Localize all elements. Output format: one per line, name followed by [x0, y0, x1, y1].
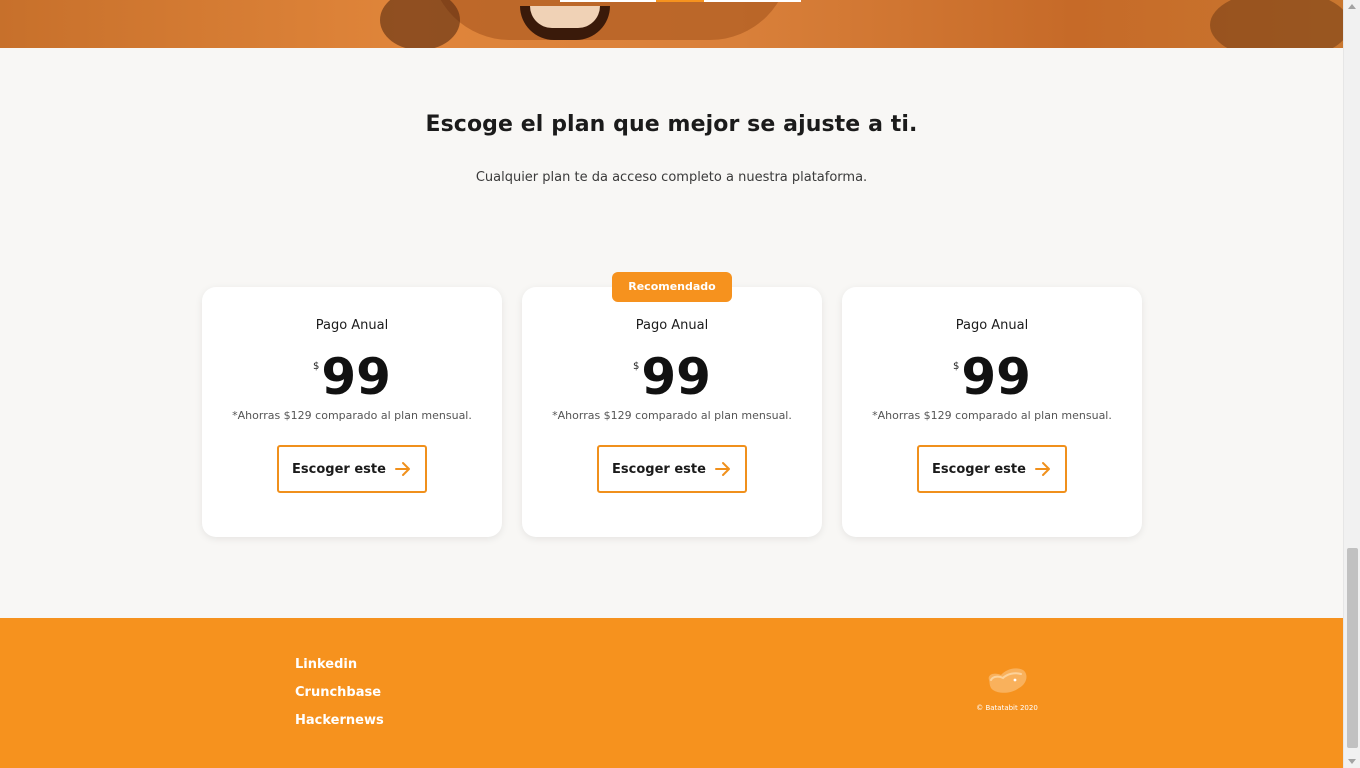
hero-teeth-shape — [530, 6, 600, 28]
carousel-dot[interactable] — [560, 0, 656, 2]
price-amount: 99 — [321, 348, 391, 406]
footer-link-crunchbase[interactable]: Crunchbase — [295, 684, 384, 712]
hero-hair-shape — [380, 0, 460, 48]
plan-card: Pago Anual $99 *Ahorras $129 comparado a… — [202, 287, 502, 537]
arrow-right-icon — [1034, 462, 1050, 476]
scroll-down-icon[interactable] — [1348, 759, 1356, 764]
arrow-right-icon — [394, 462, 410, 476]
footer-link-hackernews[interactable]: Hackernews — [295, 712, 384, 740]
plan-name: Pago Anual — [315, 318, 389, 333]
choose-plan-button-label: Escoger este — [932, 461, 1026, 477]
pricing-subtitle: Cualquier plan te da acceso completo a n… — [475, 170, 868, 185]
choose-plan-button[interactable]: Escoger este — [917, 445, 1067, 493]
hero-face-shape — [430, 0, 790, 40]
scroll-up-icon[interactable] — [1348, 4, 1356, 9]
carousel-dot-active[interactable] — [656, 0, 704, 2]
pricing-title: Escoge el plan que mejor se ajuste a ti. — [425, 112, 918, 137]
price-currency: $ — [313, 361, 320, 372]
price-currency: $ — [633, 361, 640, 372]
carousel-indicator[interactable] — [560, 0, 801, 2]
scrollbar-thumb[interactable] — [1347, 548, 1358, 748]
choose-plan-button-label: Escoger este — [292, 461, 386, 477]
price-currency: $ — [953, 361, 960, 372]
price-amount: 99 — [641, 348, 711, 406]
choose-plan-button[interactable]: Escoger este — [597, 445, 747, 493]
footer: Linkedin Crunchbase Hackernews © Batatab… — [0, 618, 1343, 768]
plan-card: Pago Anual $99 *Ahorras $129 comparado a… — [842, 287, 1142, 537]
plan-price: $99 — [202, 347, 502, 407]
choose-plan-button[interactable]: Escoger este — [277, 445, 427, 493]
plan-savings-note: *Ahorras $129 comparado al plan mensual. — [872, 409, 1112, 422]
footer-copyright: © Batatabit 2020 — [976, 704, 1038, 712]
hero-image — [0, 0, 1343, 48]
plan-name: Pago Anual — [955, 318, 1029, 333]
plan-price: $99 — [842, 347, 1142, 407]
plan-card-recommended: Pago Anual $99 *Ahorras $129 comparado a… — [522, 287, 822, 537]
plan-savings-note: *Ahorras $129 comparado al plan mensual. — [232, 409, 472, 422]
price-amount: 99 — [961, 348, 1031, 406]
choose-plan-button-label: Escoger este — [612, 461, 706, 477]
footer-link-linkedin[interactable]: Linkedin — [295, 656, 384, 684]
arrow-right-icon — [714, 462, 730, 476]
plan-name: Pago Anual — [635, 318, 709, 333]
page-scrollbar[interactable] — [1343, 0, 1360, 768]
carousel-dot[interactable] — [704, 0, 801, 2]
footer-links: Linkedin Crunchbase Hackernews — [295, 656, 384, 740]
batatabit-logo-icon — [988, 668, 1027, 693]
hero-hair-shape — [1210, 0, 1343, 48]
plan-savings-note: *Ahorras $129 comparado al plan mensual. — [552, 409, 792, 422]
plan-price: $99 — [522, 347, 822, 407]
recommended-badge: Recomendado — [612, 272, 732, 302]
